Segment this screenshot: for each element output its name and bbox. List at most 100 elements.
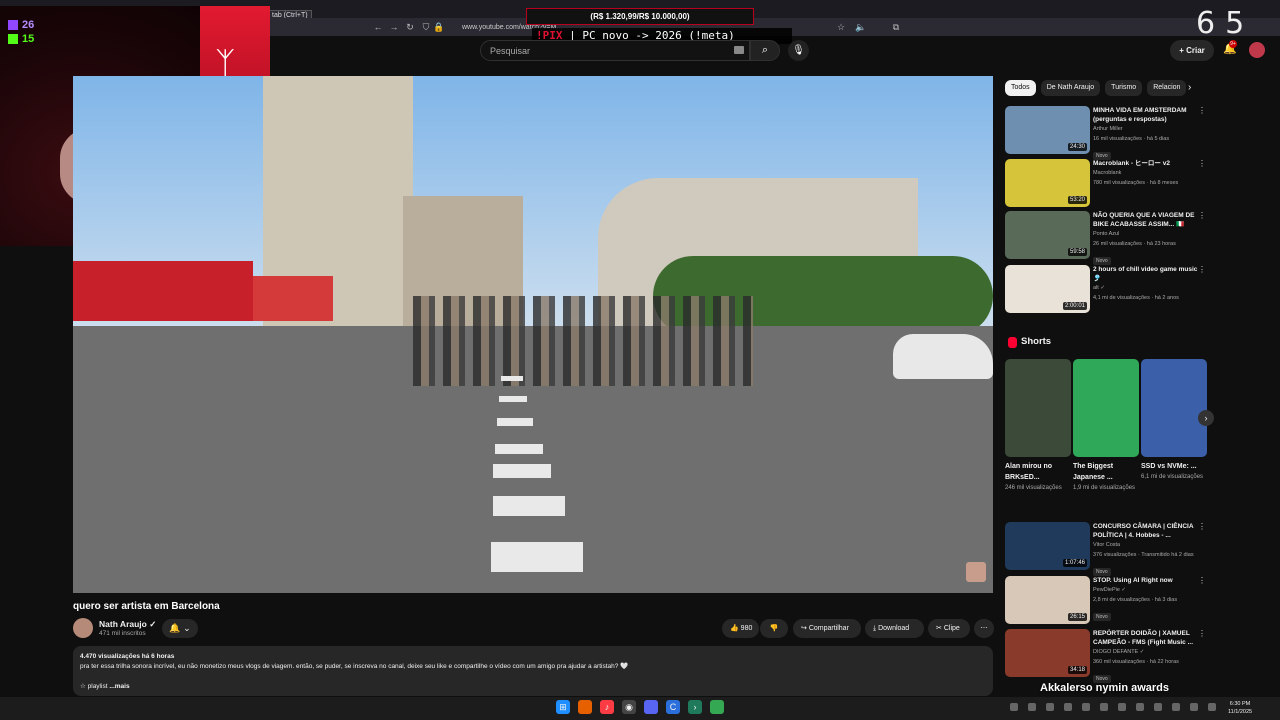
video-player[interactable] [73,76,993,593]
recommended-video[interactable]: 2:00:01 2 hours of chill video game musi… [1005,265,1210,313]
chevron-down-icon: ⌄ [183,623,191,633]
browser-c-icon[interactable]: C [666,700,680,714]
video-thumbnail[interactable]: 24:30 [1005,106,1090,154]
search-input[interactable]: Pesquisar [480,40,750,61]
create-label: Criar [1186,46,1205,55]
recommended-video[interactable]: 34:18 REPÓRTER DOIDÃO | XAMUEL CAMPEÃO -… [1005,629,1210,683]
rec-title[interactable]: 2 hours of chill video game music 🎐 [1093,265,1201,283]
search-button[interactable]: ⌕ [750,40,780,61]
more-vertical-icon[interactable]: ⋮ [1198,265,1206,274]
chrome-icon[interactable] [710,700,724,714]
tray-icon[interactable] [1010,703,1018,711]
share-button[interactable]: ↪ Compartilhar [793,619,861,638]
tray-icon[interactable] [1136,703,1144,711]
channel-watermark[interactable] [966,562,986,582]
like-count: 980 [740,625,753,632]
more-vertical-icon[interactable]: ⋮ [1198,522,1206,531]
recommended-video[interactable]: 59:58 NÃO QUERIA QUE A VIAGEM DE BIKE AC… [1005,211,1210,265]
short-views: 246 mil visualizações [1005,485,1062,491]
rec-title[interactable]: MINHA VIDA EM AMSTERDAM (perguntas e res… [1093,106,1201,124]
battery-icon[interactable] [1208,703,1216,711]
tray-icon[interactable] [1082,703,1090,711]
wifi-icon[interactable] [1172,703,1180,711]
rec-title[interactable]: CONCURSO CÂMARA | CIÊNCIA POLÍTICA | 4. … [1093,522,1201,540]
firefox-icon[interactable] [578,700,592,714]
show-more-link[interactable]: ...mais [109,683,129,690]
short-card[interactable]: The Biggest Japanese ... 1,9 mi de visua… [1073,359,1139,493]
short-thumbnail[interactable] [1073,359,1139,457]
tray-icon[interactable] [1154,703,1162,711]
system-clock[interactable]: 6:30 PM 11/1/2025 [1228,700,1252,716]
chip-turismo[interactable]: Turismo [1105,80,1143,96]
recommended-video[interactable]: 1:07:46 CONCURSO CÂMARA | CIÊNCIA POLÍTI… [1005,522,1210,576]
shorts-next-chevron-icon[interactable]: › [1198,410,1214,426]
rec-channel: Macroblank [1093,170,1122,176]
download-button[interactable]: ⤓ Download [865,619,924,638]
create-button[interactable]: + Criar [1170,40,1214,61]
rec-channel: Vitor Costa [1093,542,1121,548]
chip-from-channel[interactable]: De Nath Araujo [1040,80,1101,96]
rec-title[interactable]: STOP. Using AI Right now [1093,576,1201,585]
short-title[interactable]: Alan mirou no BRKsED... [1005,461,1071,483]
channel-name[interactable]: Nath Araujo ✓ [99,619,156,630]
tray-icon[interactable] [1064,703,1072,711]
rec-title[interactable]: REPÓRTER DOIDÃO | XAMUEL CAMPEÃO - FMS (… [1093,629,1201,647]
video-thumbnail[interactable]: 26:15 [1005,576,1090,624]
short-card[interactable]: Alan mirou no BRKsED... 246 mil visualiz… [1005,359,1071,493]
forward-icon[interactable]: → [388,21,400,33]
more-vertical-icon[interactable]: ⋮ [1198,159,1206,168]
music-icon[interactable]: ♪ [600,700,614,714]
chevron-right-icon[interactable]: › [1188,82,1191,93]
channel-avatar[interactable] [73,618,93,638]
rec-title[interactable]: Macroblank - ヒーロー v2 [1093,159,1201,168]
chip-todos[interactable]: Todos [1005,80,1036,96]
short-card[interactable]: SSD vs NVMe: ... 6,1 mi de visualizações [1141,359,1207,482]
video-duration: 24:30 [1067,143,1087,151]
crosswalk-stripe [499,396,527,402]
short-thumbnail[interactable] [1141,359,1207,457]
windows-start-icon[interactable]: ⊞ [556,700,570,714]
recommended-video[interactable]: 26:15 STOP. Using AI Right now PewDiePie … [1005,576,1210,624]
new-badge: Novo [1093,568,1111,576]
keyboard-icon[interactable] [734,46,744,54]
more-vertical-icon[interactable]: ⋮ [1198,211,1206,220]
video-thumbnail[interactable]: 53:20 [1005,159,1090,207]
tray-icon[interactable] [1028,703,1036,711]
obs-icon[interactable]: ◉ [622,700,636,714]
voice-search-button[interactable]: 🎙 [788,40,809,61]
video-thumbnail[interactable]: 2:00:01 [1005,265,1090,313]
volume-icon[interactable] [1190,703,1198,711]
video-thumbnail[interactable]: 34:18 [1005,629,1090,677]
clip-button[interactable]: ✂ Clipe [928,619,970,638]
video-thumbnail[interactable]: 59:58 [1005,211,1090,259]
video-thumbnail[interactable]: 1:07:46 [1005,522,1090,570]
reload-icon[interactable]: ↻ [404,21,416,33]
extensions-icon[interactable]: ⧉ [890,21,902,33]
tray-icon[interactable] [1118,703,1126,711]
subscribed-bell-button[interactable]: 🔔 ⌄ [162,619,198,638]
terminal-icon[interactable]: › [688,700,702,714]
more-vertical-icon[interactable]: ⋮ [1198,106,1206,115]
description-box[interactable]: 4.470 visualizações há 6 horas pra ter e… [73,646,993,696]
more-vertical-icon[interactable]: ⋮ [1198,576,1206,585]
account-avatar[interactable] [1249,42,1265,58]
discord-icon[interactable] [644,700,658,714]
chip-relacionados[interactable]: Relacion [1147,80,1187,96]
more-vertical-icon[interactable]: ⋮ [1198,629,1206,638]
mute-tab-icon[interactable]: 🔈 [855,21,867,33]
like-button[interactable]: 👍 980 [722,619,759,638]
tray-icon[interactable] [1100,703,1108,711]
rec-title[interactable]: NÃO QUERIA QUE A VIAGEM DE BIKE ACABASSE… [1093,211,1201,229]
back-icon[interactable]: ← [372,21,384,33]
video-scene-crowd [413,296,753,386]
bookmark-star-icon[interactable]: ☆ [835,21,847,33]
recommended-video[interactable]: 53:20 Macroblank - ヒーロー v2 Macroblank 780 … [1005,159,1210,207]
short-title[interactable]: The Biggest Japanese ... [1073,461,1139,483]
crosswalk-stripe [493,464,551,478]
dislike-button[interactable]: 👎 [760,619,788,638]
more-actions-button[interactable]: ⋯ [974,619,994,638]
tray-icon[interactable] [1046,703,1054,711]
recommended-video[interactable]: 24:30 MINHA VIDA EM AMSTERDAM (perguntas… [1005,106,1210,160]
short-thumbnail[interactable] [1005,359,1071,457]
short-title[interactable]: SSD vs NVMe: ... [1141,461,1207,472]
